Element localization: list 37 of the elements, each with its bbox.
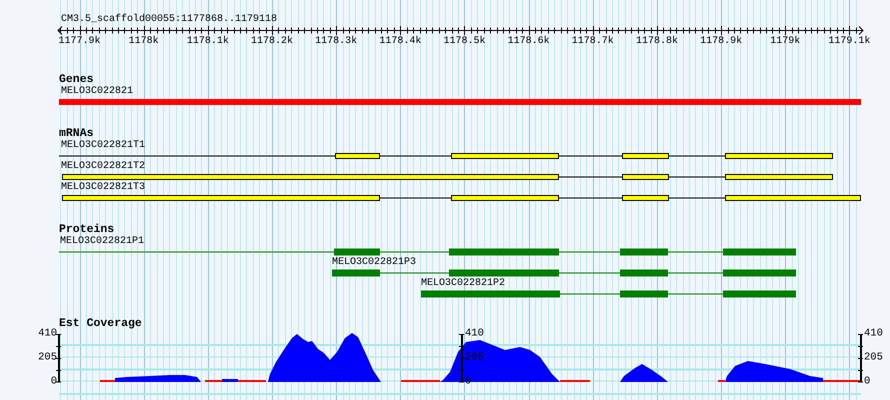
axis-tick-label: 0 — [50, 376, 57, 388]
axis-tick-label: 205 — [38, 352, 57, 364]
feature-label[interactable]: MELO3C022821T3 — [61, 182, 146, 194]
axis-drawing — [858, 334, 863, 383]
ruler-label: 1177.9k — [58, 36, 101, 48]
gene-bar[interactable] — [59, 99, 861, 105]
axis-tick-label: 205 — [465, 352, 484, 364]
ruler-label: 1178.4k — [379, 36, 422, 48]
ruler-label: 1179.1k — [828, 36, 870, 48]
feature-label[interactable]: MELO3C022821P3 — [332, 257, 416, 269]
feature-label[interactable]: MELO3C022821P2 — [421, 278, 506, 290]
ruler-label: 1179k — [770, 36, 800, 48]
track-title: Est Coverage — [59, 317, 142, 330]
axis-tick-label: 410 — [864, 328, 883, 340]
track-title: Genes — [59, 73, 94, 86]
axis-tick-label: 205 — [864, 352, 883, 364]
axis-tick-label: 410 — [38, 328, 57, 340]
ruler-label: 1178.2k — [251, 36, 293, 48]
feature-label[interactable]: MELO3C022821 — [61, 86, 134, 98]
ruler-label: 1178k — [128, 36, 159, 48]
track-title: Proteins — [59, 223, 114, 236]
feature-label[interactable]: MELO3C022821T2 — [61, 161, 146, 173]
axis-tick-label: 410 — [465, 328, 484, 340]
ruler-label: 1178.9k — [700, 36, 742, 48]
ruler-label: 1178.8k — [636, 36, 678, 48]
feature-label[interactable]: MELO3C022821P1 — [60, 236, 144, 248]
region-title: CM3.5_scaffold00055:1177868..1179118 — [61, 14, 278, 26]
axis-tick-label: 0 — [864, 376, 870, 388]
ruler-label: 1178.1k — [186, 36, 229, 48]
axis-drawing — [459, 334, 464, 383]
ruler-label: 1178.5k — [443, 36, 486, 48]
ruler-label: 1178.6k — [508, 36, 550, 48]
axis-drawing — [56, 334, 61, 383]
ruler-label: 1178.7k — [572, 36, 614, 48]
feature-label[interactable]: MELO3C022821T1 — [61, 140, 146, 152]
ruler-label: 1178.3k — [315, 36, 358, 48]
track-title: mRNAs — [59, 127, 94, 140]
